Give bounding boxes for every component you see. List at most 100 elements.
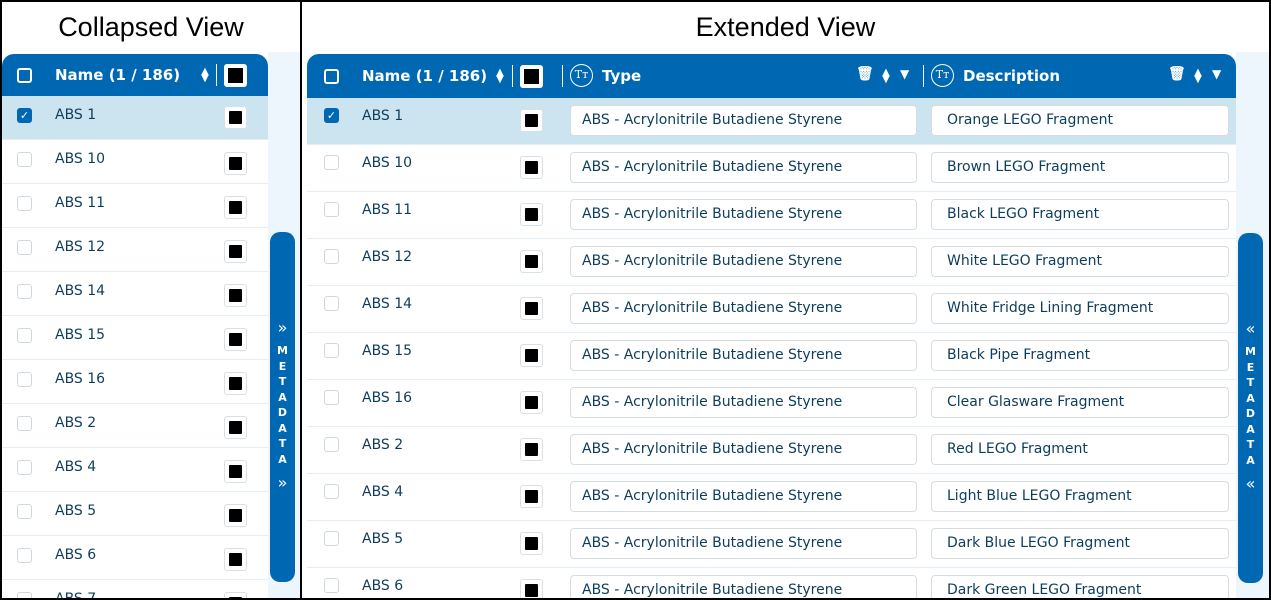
- row-checkbox[interactable]: [324, 390, 339, 405]
- metadata-collapse-tab[interactable]: « METADATA «: [1238, 233, 1263, 583]
- color-swatch[interactable]: [224, 328, 247, 351]
- row-checkbox[interactable]: [324, 155, 339, 170]
- sort-icon[interactable]: ▲ ▼: [1193, 68, 1203, 85]
- type-column-header[interactable]: Type: [602, 67, 641, 85]
- description-field[interactable]: Dark Green LEGO Fragment: [931, 575, 1229, 598]
- row-checkbox[interactable]: [324, 484, 339, 499]
- color-swatch[interactable]: [520, 109, 543, 132]
- color-swatch[interactable]: [224, 548, 247, 571]
- type-field[interactable]: ABS - Acrylonitrile Butadiene Styrene: [570, 481, 917, 512]
- sort-icon[interactable]: ▲ ▼: [881, 68, 891, 85]
- description-field[interactable]: Black Pipe Fragment: [931, 340, 1229, 371]
- select-all-checkbox[interactable]: [17, 68, 32, 83]
- row-checkbox[interactable]: [17, 328, 32, 343]
- type-field[interactable]: ABS - Acrylonitrile Butadiene Styrene: [570, 199, 917, 230]
- description-column-header[interactable]: Description: [963, 67, 1060, 85]
- type-field[interactable]: ABS - Acrylonitrile Butadiene Styrene: [570, 340, 917, 371]
- row-checkbox[interactable]: [17, 152, 32, 167]
- filter-icon[interactable]: ▼: [1212, 67, 1221, 81]
- filter-icon[interactable]: ▼: [900, 67, 909, 81]
- trash-icon[interactable]: 🗑: [856, 66, 874, 82]
- table-row[interactable]: ABS 11 ABS - Acrylonitrile Butadiene Sty…: [307, 192, 1236, 239]
- table-row[interactable]: ABS 10 ABS - Acrylonitrile Butadiene Sty…: [307, 145, 1236, 192]
- row-checkbox[interactable]: [324, 578, 339, 593]
- color-swatch[interactable]: [520, 344, 543, 367]
- name-column-header[interactable]: Name (1 / 186): [362, 67, 487, 85]
- table-row[interactable]: ABS 12 ABS - Acrylonitrile Butadiene Sty…: [307, 239, 1236, 286]
- row-checkbox[interactable]: [324, 531, 339, 546]
- table-row[interactable]: ✓ ABS 1: [2, 96, 268, 140]
- row-checkbox[interactable]: ✓: [17, 108, 32, 123]
- row-checkbox[interactable]: [17, 592, 32, 598]
- trash-icon[interactable]: 🗑: [1168, 66, 1186, 82]
- table-row[interactable]: ABS 6: [2, 536, 268, 580]
- row-checkbox[interactable]: [324, 249, 339, 264]
- color-swatch[interactable]: [224, 196, 247, 219]
- color-swatch[interactable]: [520, 203, 543, 226]
- type-field[interactable]: ABS - Acrylonitrile Butadiene Styrene: [570, 434, 917, 465]
- color-swatch[interactable]: [224, 240, 247, 263]
- table-row[interactable]: ABS 16 ABS - Acrylonitrile Butadiene Sty…: [307, 380, 1236, 427]
- color-swatch[interactable]: [520, 485, 543, 508]
- row-checkbox[interactable]: [324, 437, 339, 452]
- color-swatch[interactable]: [520, 156, 543, 179]
- table-row[interactable]: ABS 10: [2, 140, 268, 184]
- color-column-header-swatch[interactable]: [520, 65, 543, 88]
- table-row[interactable]: ABS 7: [2, 580, 268, 598]
- table-row[interactable]: ✓ ABS 1 ABS - Acrylonitrile Butadiene St…: [307, 98, 1236, 145]
- color-swatch[interactable]: [224, 592, 247, 598]
- color-column-header-swatch[interactable]: [224, 64, 247, 87]
- description-field[interactable]: Clear Glasware Fragment: [931, 387, 1229, 418]
- color-swatch[interactable]: [224, 152, 247, 175]
- table-row[interactable]: ABS 5: [2, 492, 268, 536]
- row-checkbox[interactable]: [17, 240, 32, 255]
- description-field[interactable]: White Fridge Lining Fragment: [931, 293, 1229, 324]
- table-row[interactable]: ABS 5 ABS - Acrylonitrile Butadiene Styr…: [307, 521, 1236, 568]
- type-field[interactable]: ABS - Acrylonitrile Butadiene Styrene: [570, 105, 917, 136]
- sort-icon[interactable]: ▲ ▼: [495, 68, 505, 85]
- color-swatch[interactable]: [224, 416, 247, 439]
- row-checkbox[interactable]: [324, 343, 339, 358]
- table-row[interactable]: ABS 4: [2, 448, 268, 492]
- table-row[interactable]: ABS 6 ABS - Acrylonitrile Butadiene Styr…: [307, 568, 1236, 598]
- description-field[interactable]: Brown LEGO Fragment: [931, 152, 1229, 183]
- color-swatch[interactable]: [520, 579, 543, 598]
- select-all-checkbox[interactable]: [324, 69, 339, 84]
- description-field[interactable]: Orange LEGO Fragment: [931, 105, 1229, 136]
- color-swatch[interactable]: [520, 297, 543, 320]
- table-row[interactable]: ABS 12: [2, 228, 268, 272]
- row-checkbox[interactable]: ✓: [324, 108, 339, 123]
- row-checkbox[interactable]: [17, 548, 32, 563]
- table-row[interactable]: ABS 15 ABS - Acrylonitrile Butadiene Sty…: [307, 333, 1236, 380]
- color-swatch[interactable]: [520, 438, 543, 461]
- row-checkbox[interactable]: [17, 460, 32, 475]
- color-swatch[interactable]: [224, 460, 247, 483]
- table-row[interactable]: ABS 14: [2, 272, 268, 316]
- color-swatch[interactable]: [224, 106, 247, 129]
- description-field[interactable]: Red LEGO Fragment: [931, 434, 1229, 465]
- table-row[interactable]: ABS 2 ABS - Acrylonitrile Butadiene Styr…: [307, 427, 1236, 474]
- name-column-header[interactable]: Name (1 / 186): [55, 66, 180, 84]
- type-field[interactable]: ABS - Acrylonitrile Butadiene Styrene: [570, 387, 917, 418]
- color-swatch[interactable]: [520, 250, 543, 273]
- color-swatch[interactable]: [224, 504, 247, 527]
- table-row[interactable]: ABS 15: [2, 316, 268, 360]
- color-swatch[interactable]: [224, 372, 247, 395]
- type-field[interactable]: ABS - Acrylonitrile Butadiene Styrene: [570, 246, 917, 277]
- description-field[interactable]: Light Blue LEGO Fragment: [931, 481, 1229, 512]
- table-row[interactable]: ABS 4 ABS - Acrylonitrile Butadiene Styr…: [307, 474, 1236, 521]
- type-field[interactable]: ABS - Acrylonitrile Butadiene Styrene: [570, 293, 917, 324]
- type-field[interactable]: ABS - Acrylonitrile Butadiene Styrene: [570, 152, 917, 183]
- color-swatch[interactable]: [520, 532, 543, 555]
- row-checkbox[interactable]: [17, 504, 32, 519]
- row-checkbox[interactable]: [17, 416, 32, 431]
- metadata-expand-tab[interactable]: » METADATA »: [270, 232, 295, 582]
- sort-icon[interactable]: ▲ ▼: [200, 67, 210, 84]
- row-checkbox[interactable]: [17, 196, 32, 211]
- table-row[interactable]: ABS 16: [2, 360, 268, 404]
- description-field[interactable]: White LEGO Fragment: [931, 246, 1229, 277]
- table-row[interactable]: ABS 14 ABS - Acrylonitrile Butadiene Sty…: [307, 286, 1236, 333]
- description-field[interactable]: Black LEGO Fragment: [931, 199, 1229, 230]
- color-swatch[interactable]: [224, 284, 247, 307]
- table-row[interactable]: ABS 11: [2, 184, 268, 228]
